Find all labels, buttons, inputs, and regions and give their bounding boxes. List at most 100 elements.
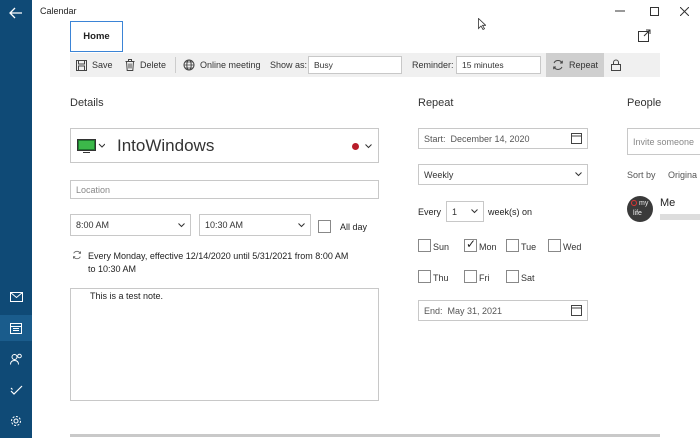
end-date-picker[interactable]: End: May 31, 2021 bbox=[418, 300, 588, 321]
calendar-color-dot bbox=[352, 143, 359, 150]
start-time-value: 8:00 AM bbox=[76, 220, 110, 230]
invite-input[interactable]: Invite someone bbox=[627, 128, 700, 155]
end-time-dropdown[interactable]: 10:30 AM bbox=[199, 214, 311, 236]
day-checkbox-mon[interactable] bbox=[464, 237, 477, 252]
event-title-field[interactable]: IntoWindows bbox=[70, 128, 379, 163]
notes-editor[interactable]: This is a test note. bbox=[70, 288, 379, 401]
trash-icon bbox=[125, 59, 135, 71]
sort-by-dropdown[interactable]: Origina bbox=[668, 170, 697, 180]
popout-icon bbox=[638, 29, 651, 42]
repeat-button[interactable]: Repeat bbox=[546, 53, 604, 77]
start-date-label: Start: bbox=[424, 133, 446, 144]
reminder-label: Reminder: bbox=[412, 60, 454, 70]
details-heading: Details bbox=[70, 97, 104, 109]
todo-nav-button[interactable] bbox=[0, 377, 32, 403]
chevron-down-icon bbox=[365, 144, 372, 149]
tab-home-label: Home bbox=[83, 31, 110, 42]
day-checkbox-sat[interactable] bbox=[506, 270, 519, 283]
globe-icon bbox=[183, 59, 195, 71]
minimize-icon bbox=[615, 10, 625, 12]
day-label-wed: Wed bbox=[563, 242, 582, 252]
invite-placeholder: Invite someone bbox=[633, 136, 695, 147]
day-label-tue: Tue bbox=[521, 242, 537, 252]
repeat-icon bbox=[553, 60, 563, 70]
every-label: Every bbox=[418, 207, 442, 217]
frequency-value: Weekly bbox=[424, 169, 454, 180]
day-checkbox-tue[interactable] bbox=[506, 239, 519, 252]
day-checkbox-sun[interactable] bbox=[418, 239, 431, 252]
day-label-fri: Fri bbox=[479, 273, 490, 283]
interval-value: 1 bbox=[452, 206, 458, 217]
attendee-email-redacted bbox=[660, 214, 700, 220]
start-time-dropdown[interactable]: 8:00 AM bbox=[70, 214, 191, 236]
horizontal-scrollbar[interactable] bbox=[70, 434, 660, 437]
settings-nav-button[interactable] bbox=[0, 408, 32, 434]
popout-button[interactable] bbox=[638, 29, 651, 42]
chevron-down-icon bbox=[575, 172, 582, 177]
day-checkbox-thu[interactable] bbox=[418, 270, 431, 283]
back-arrow-icon bbox=[9, 7, 22, 19]
private-button[interactable] bbox=[611, 53, 621, 77]
attendee-name: Me bbox=[660, 197, 676, 209]
close-icon bbox=[679, 6, 689, 16]
show-as-dropdown[interactable]: Busy bbox=[308, 56, 402, 74]
avatar-text-1: my bbox=[639, 200, 649, 207]
repeat-icon bbox=[73, 250, 81, 260]
mail-icon bbox=[9, 292, 23, 302]
avatar: my life bbox=[627, 196, 653, 222]
calendar-icon bbox=[571, 133, 582, 144]
title-bar: Calendar bbox=[32, 0, 700, 22]
online-meeting-label: Online meeting bbox=[200, 60, 261, 70]
calendar-picker-button[interactable] bbox=[77, 139, 105, 153]
location-input[interactable]: Location bbox=[70, 180, 379, 199]
maximize-button[interactable] bbox=[638, 0, 670, 22]
checkmark-icon bbox=[10, 385, 22, 395]
people-icon bbox=[9, 353, 22, 365]
show-as-value: Busy bbox=[314, 60, 333, 70]
sort-by-label: Sort by bbox=[627, 170, 656, 180]
avatar-text-2: life bbox=[633, 210, 642, 217]
chevron-down-icon bbox=[178, 222, 185, 227]
save-button[interactable]: Save bbox=[76, 53, 113, 77]
start-date-value: December 14, 2020 bbox=[450, 133, 530, 144]
end-date-value: May 31, 2021 bbox=[447, 305, 503, 316]
repeat-heading: Repeat bbox=[418, 97, 454, 109]
gear-icon bbox=[11, 416, 21, 426]
back-button[interactable] bbox=[0, 0, 32, 26]
frequency-dropdown[interactable]: Weekly bbox=[418, 164, 588, 185]
notes-text: This is a test note. bbox=[90, 291, 164, 301]
start-date-picker[interactable]: Start: December 14, 2020 bbox=[418, 128, 588, 149]
maximize-icon bbox=[649, 6, 659, 16]
mail-nav-button[interactable] bbox=[0, 284, 32, 310]
online-meeting-button[interactable]: Online meeting bbox=[183, 53, 261, 77]
mouse-cursor-icon bbox=[478, 18, 486, 30]
save-icon bbox=[76, 59, 87, 71]
day-label-sat: Sat bbox=[521, 273, 535, 283]
delete-button[interactable]: Delete bbox=[125, 53, 166, 77]
day-checkbox-fri[interactable] bbox=[464, 270, 477, 283]
day-checkbox-wed[interactable] bbox=[548, 239, 561, 252]
recurrence-summary-line2: to 10:30 AM bbox=[88, 264, 137, 274]
calendar-icon bbox=[10, 323, 22, 334]
avatar-heart-mark bbox=[631, 200, 637, 206]
interval-unit-label: week(s) on bbox=[488, 207, 533, 217]
calendar-nav-button[interactable] bbox=[0, 315, 32, 341]
lock-icon bbox=[611, 59, 621, 71]
toolbar-divider bbox=[175, 57, 176, 73]
recurrence-summary-line1: Every Monday, effective 12/14/2020 until… bbox=[88, 251, 349, 261]
day-label-thu: Thu bbox=[433, 273, 449, 283]
chevron-down-icon bbox=[471, 209, 478, 214]
tab-home[interactable]: Home bbox=[70, 21, 123, 52]
location-placeholder: Location bbox=[76, 184, 111, 195]
people-nav-button[interactable] bbox=[0, 346, 32, 372]
all-day-checkbox[interactable] bbox=[318, 220, 331, 233]
day-label-mon: Mon bbox=[479, 242, 497, 252]
delete-label: Delete bbox=[140, 60, 167, 70]
event-title-text: IntoWindows bbox=[117, 136, 215, 155]
minimize-button[interactable] bbox=[604, 0, 636, 22]
reminder-dropdown[interactable]: 15 minutes bbox=[456, 56, 541, 74]
interval-dropdown[interactable]: 1 bbox=[446, 201, 484, 222]
repeat-label: Repeat bbox=[569, 60, 599, 70]
close-button[interactable] bbox=[668, 0, 700, 22]
end-date-label: End: bbox=[424, 305, 443, 316]
